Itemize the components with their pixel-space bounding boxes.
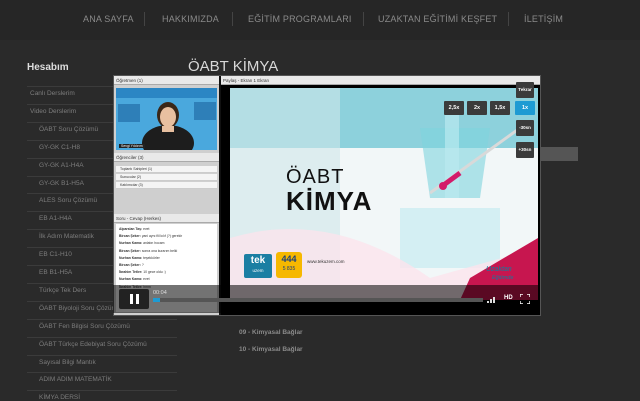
participants-column: Öğretmen (1) Sevgi Yıldırım Öğrenciler (…: [114, 76, 219, 315]
forward-30-button[interactable]: +30sn: [516, 142, 534, 158]
teacher-panel-header: Öğretmen (1): [114, 76, 219, 85]
player-controls: 00:04 HD: [113, 285, 539, 313]
speed-1-5x-button[interactable]: 1,5x: [490, 101, 510, 115]
sidebar-item[interactable]: EB A1-H4A: [39, 215, 72, 222]
speed-1x-button[interactable]: 1x: [515, 101, 535, 115]
sidebar-divider: [27, 354, 177, 356]
chat-text: ?: [141, 263, 144, 267]
sidebar-item[interactable]: Canlı Derslerim: [30, 90, 75, 97]
chat-text: evet: [143, 277, 150, 282]
sidebar-title: Hesabım: [27, 62, 69, 73]
nav-about[interactable]: HAKKIMIZDA: [162, 14, 219, 24]
replay-button[interactable]: Tekrar: [516, 82, 534, 98]
page-title: ÖABT KİMYA: [188, 58, 279, 75]
nav-remote[interactable]: UZAKTAN EĞİTİMİ KEŞFET: [378, 14, 497, 24]
speed-2x-button[interactable]: 2x: [467, 101, 487, 115]
progress-fill: [153, 298, 160, 302]
nav-divider: [144, 12, 145, 26]
chat-text: sonra ona kurarım belki: [141, 248, 178, 253]
chat-message: Nurhan Kama: teşekkürler: [119, 256, 160, 260]
nav-divider: [508, 12, 509, 26]
sidebar-item[interactable]: GY-GK C1-H8: [39, 144, 80, 151]
sidebar-item[interactable]: GY-GK A1-H4A: [39, 162, 84, 169]
chat-author: Nurhan Kama:: [119, 255, 143, 260]
nav-home[interactable]: ANA SAYFA: [83, 14, 134, 24]
speed-2-5x-button[interactable]: 2,5x: [444, 101, 464, 115]
chat-message: Bircan Şeker: ?: [119, 263, 144, 267]
tek-logo-text: tek: [250, 255, 266, 266]
sidebar-item[interactable]: GY-GK B1-H5A: [39, 180, 84, 187]
sidebar-divider: [27, 372, 177, 374]
sidebar-item[interactable]: ADIM ADIM MATEMATİK: [39, 376, 112, 383]
lesson-item[interactable]: 09 - Kimyasal Bağlar: [239, 329, 303, 336]
slogan-line1: Uzaktan: [486, 266, 512, 273]
chat-author: Alparslan Taş:: [119, 227, 143, 231]
slide-title-line2: KİMYA: [286, 186, 373, 216]
sidebar-item[interactable]: ÖABT Soru Çözümü: [39, 126, 98, 133]
webcam-image: [116, 88, 217, 150]
fullscreen-icon[interactable]: [520, 294, 530, 304]
group-row[interactable]: Katılımcılar (3): [116, 182, 217, 189]
phone-top: 444: [281, 254, 297, 264]
chat-message: İbrahim Tetler: 10 gece oldu :): [119, 270, 166, 274]
chat-text: evet: [143, 227, 150, 231]
sidebar-item[interactable]: Sayısal Bilgi Mantık: [39, 359, 96, 366]
chat-message: Nurhan Kama: evet: [119, 277, 150, 281]
teacher-name: Sevgi Yıldırım: [119, 144, 145, 148]
phone-badge: 444 5 835: [276, 252, 302, 278]
chat-author: Nurhan Kama:: [119, 277, 143, 282]
lesson-slide: ÖABT KİMYA tek uzem 444 5 835 www.tekuze…: [230, 88, 538, 300]
sidebar-item[interactable]: İlk Adım Matematik: [39, 233, 94, 240]
nav-divider: [232, 12, 233, 26]
sidebar-item[interactable]: ALES Soru Çözümü: [39, 197, 97, 204]
chat-author: Bircan Şeker:: [119, 248, 141, 253]
phone-bottom: 5 835: [282, 266, 296, 272]
chat-author: Nurhan Kama:: [119, 241, 143, 246]
chat-message: Bircan Şeker: yani aynı fiil kılıf (?) g…: [119, 234, 182, 238]
sidebar-item[interactable]: ÖABT Biyoloji Soru Çözümü: [39, 305, 121, 312]
sidebar-item[interactable]: ÖABT Fen Bilgisi Soru Çözümü: [39, 323, 130, 330]
tek-logo: tek uzem: [244, 254, 272, 278]
sidebar-divider: [27, 318, 177, 320]
group-row[interactable]: Toplantı Sahipleri (1): [116, 166, 217, 173]
chat-text: 10 gece oldu :): [143, 270, 166, 275]
top-navigation: ANA SAYFA HAKKIMIZDA EĞİTİM PROGRAMLARI …: [0, 0, 640, 40]
chat-author: İbrahim Tetler:: [119, 270, 143, 275]
sidebar-divider: [27, 336, 177, 338]
nav-contact[interactable]: İLETİŞİM: [524, 14, 563, 24]
chat-panel-header: Soru - Cevap (Herkes): [114, 214, 219, 223]
volume-icon[interactable]: [487, 295, 497, 303]
pause-button[interactable]: [119, 289, 149, 309]
hd-button[interactable]: HD: [504, 295, 513, 301]
group-row[interactable]: Sunucular (2): [116, 174, 217, 181]
students-panel-header: Öğrenciler (3): [114, 153, 219, 162]
current-time: 00:04: [153, 290, 167, 296]
chat-message: Bircan Şeker: sonra ona kurarım belki: [119, 249, 177, 253]
chat-message: Alparslan Taş: evet: [119, 227, 150, 231]
progress-track[interactable]: [153, 298, 483, 302]
chat-text: teşekkürler: [143, 255, 160, 260]
lesson-item[interactable]: 10 - Kimyasal Bağlar: [239, 346, 303, 353]
chat-text: yani aynı fiil kılıf (?) gerekir: [141, 234, 183, 239]
sidebar-divider: [27, 390, 177, 392]
teacher-webcam: Sevgi Yıldırım: [116, 88, 217, 150]
screen-share-header: Paylaş - Ekran 1 Ekran: [221, 76, 540, 85]
sidebar-item[interactable]: EB B1-H5A: [39, 269, 72, 276]
chat-author: Bircan Şeker:: [119, 234, 141, 239]
website-text: www.tekuzem.com: [307, 259, 345, 264]
tek-logo-sub: uzem: [252, 268, 264, 273]
rewind-30-button[interactable]: -30sn: [516, 120, 534, 136]
chat-message: Nurhan Kama: anlatın hocam: [119, 241, 164, 245]
nav-divider: [363, 12, 364, 26]
slogan-line2: Eğitimde: [492, 275, 514, 281]
chat-author: Bircan Şeker:: [119, 263, 141, 267]
pause-icon: [130, 294, 139, 304]
sidebar-item[interactable]: EB C1-H10: [39, 251, 72, 258]
sidebar-item[interactable]: ÖABT Türkçe Edebiyat Soru Çözümü: [39, 341, 147, 348]
sidebar-item[interactable]: Türkçe Tek Ders: [39, 287, 86, 294]
lesson-row-highlight: [540, 147, 578, 161]
nav-programs[interactable]: EĞİTİM PROGRAMLARI: [248, 14, 352, 24]
sidebar-item[interactable]: Video Derslerim: [30, 108, 76, 115]
chat-text: anlatın hocam: [143, 241, 165, 246]
